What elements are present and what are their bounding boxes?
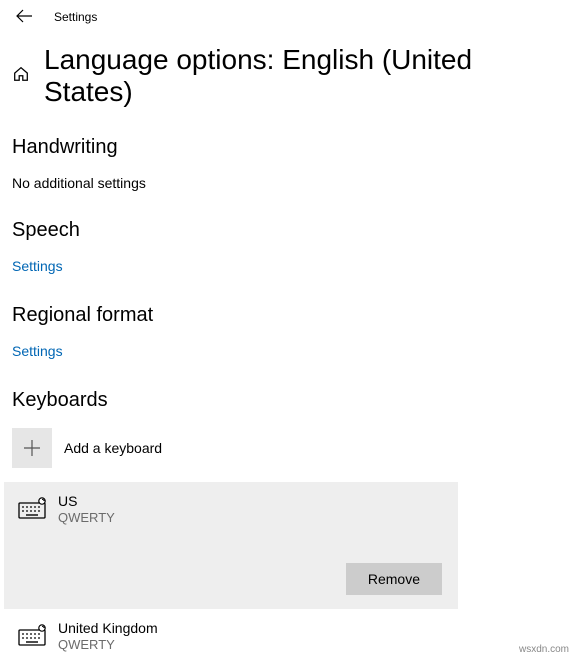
keyboard-layout: QWERTY [58, 637, 557, 654]
keyboard-text: US QWERTY [58, 492, 444, 527]
handwriting-text: No additional settings [12, 175, 563, 191]
keyboard-item-us[interactable]: US QWERTY Remove [4, 482, 458, 609]
title-row: Language options: English (United States… [12, 44, 563, 108]
window-header: Settings [0, 0, 575, 36]
remove-button[interactable]: Remove [346, 563, 442, 595]
keyboards-heading: Keyboards [12, 389, 563, 412]
keyboard-actions: Remove [18, 563, 444, 595]
keyboard-icon [18, 495, 46, 524]
home-icon[interactable] [12, 65, 30, 88]
content: Language options: English (United States… [0, 36, 575, 664]
section-keyboards: Keyboards Add a keyboard [12, 389, 563, 664]
back-button[interactable] [12, 6, 36, 28]
page-title: Language options: English (United States… [44, 44, 563, 108]
speech-settings-link[interactable]: Settings [12, 258, 63, 274]
keyboard-name: United Kingdom [58, 619, 557, 637]
speech-heading: Speech [12, 219, 563, 242]
keyboard-layout: QWERTY [58, 510, 444, 527]
keyboard-item-uk[interactable]: United Kingdom QWERTY [4, 609, 571, 664]
plus-icon [12, 428, 52, 468]
add-keyboard-label: Add a keyboard [64, 440, 162, 456]
watermark: wsxdn.com [519, 644, 569, 655]
keyboard-icon [18, 622, 46, 651]
keyboard-name: US [58, 492, 444, 510]
add-keyboard-button[interactable]: Add a keyboard [12, 428, 563, 468]
section-regional: Regional format Settings [12, 304, 563, 361]
section-handwriting: Handwriting No additional settings [12, 136, 563, 191]
keyboard-text: United Kingdom QWERTY [58, 619, 557, 654]
handwriting-heading: Handwriting [12, 136, 563, 159]
regional-settings-link[interactable]: Settings [12, 343, 63, 359]
regional-heading: Regional format [12, 304, 563, 327]
app-title: Settings [54, 10, 97, 24]
section-speech: Speech Settings [12, 219, 563, 276]
